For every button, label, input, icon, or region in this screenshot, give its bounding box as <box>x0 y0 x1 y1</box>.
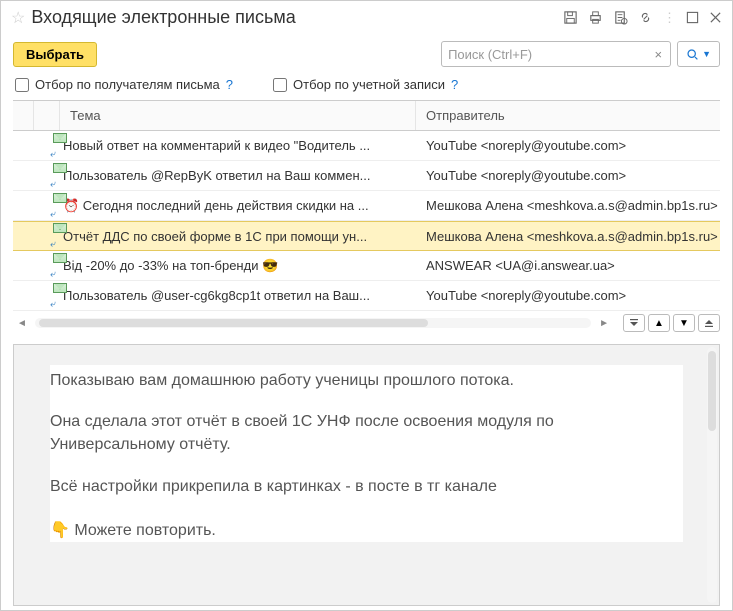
filter-recipients-label: Отбор по получателям письма <box>35 77 220 92</box>
table-row[interactable]: ⤶Від -20% до -33% на топ-бренди 😎ANSWEAR… <box>13 251 720 281</box>
col-blank <box>13 101 34 130</box>
row-sender: Мешкова Алена <meshkova.a.s@admin.bp1s.r… <box>416 229 720 244</box>
window-title: Входящие электронные письма <box>31 7 557 28</box>
preview-paragraph: Она сделала этот отчёт в своей 1С УНФ по… <box>50 392 683 456</box>
col-subject[interactable]: Тема <box>60 101 416 130</box>
row-sender: YouTube <noreply@youtube.com> <box>416 168 720 183</box>
search-button[interactable]: ▼ <box>677 41 720 67</box>
row-sender: YouTube <noreply@youtube.com> <box>416 288 720 303</box>
preview-pane: Показываю вам домашнюю работу ученицы пр… <box>13 344 720 606</box>
help-icon[interactable]: ? <box>226 77 233 92</box>
filter-account-label: Отбор по учетной записи <box>293 77 445 92</box>
mail-grid: Тема Отправитель ⤶Новый ответ на коммент… <box>13 100 720 311</box>
search-box[interactable]: × <box>441 41 671 67</box>
link-icon[interactable] <box>638 10 653 25</box>
row-subject: ⏰ Сегодня последний день действия скидки… <box>59 198 416 214</box>
mail-in-icon: ⤶ <box>33 281 59 311</box>
table-row[interactable]: ⤶Пользователь @RepByK ответил на Ваш ком… <box>13 161 720 191</box>
row-sender: ANSWEAR <UA@i.answear.ua> <box>416 258 720 273</box>
filter-by-account[interactable]: Отбор по учетной записи ? <box>273 77 458 92</box>
preview-paragraph: Всё настройки прикрепила в картинках - в… <box>50 457 683 498</box>
row-sender: YouTube <noreply@youtube.com> <box>416 138 720 153</box>
filter-recipients-checkbox[interactable] <box>15 78 29 92</box>
table-row[interactable]: ⤶Новый ответ на комментарий к видео "Вод… <box>13 131 720 161</box>
preview-paragraph: 👇 Можете повторить. <box>50 498 683 542</box>
close-icon[interactable] <box>709 11 722 24</box>
scroll-left-icon[interactable]: ◄ <box>13 318 31 329</box>
nav-first-button[interactable] <box>623 314 645 332</box>
table-row[interactable]: ⤶⏰ Сегодня последний день действия скидк… <box>13 191 720 221</box>
maximize-icon[interactable] <box>686 11 699 24</box>
scroll-right-icon[interactable]: ► <box>595 318 613 329</box>
mail-in-icon: ⤶ <box>33 161 59 191</box>
mail-in-icon: ⤶ <box>33 221 59 251</box>
help-icon[interactable]: ? <box>451 77 458 92</box>
mail-in-icon: ⤶ <box>33 191 59 221</box>
row-subject: Пользователь @user-cg6kg8cp1t ответил на… <box>59 288 416 303</box>
clear-search-icon[interactable]: × <box>652 47 664 62</box>
print-icon[interactable] <box>588 10 603 25</box>
mail-in-icon: ⤶ <box>33 131 59 161</box>
preview-scrollbar[interactable] <box>707 347 717 603</box>
row-sender: Мешкова Алена <meshkova.a.s@admin.bp1s.r… <box>416 198 720 213</box>
table-row[interactable]: ⤶Отчёт ДДС по своей форме в 1С при помощ… <box>13 221 720 251</box>
row-subject: Новый ответ на комментарий к видео "Води… <box>59 138 416 153</box>
search-input[interactable] <box>448 47 652 62</box>
favorite-star-icon[interactable]: ☆ <box>11 8 25 28</box>
save-icon[interactable] <box>563 10 578 25</box>
filter-by-recipients[interactable]: Отбор по получателям письма ? <box>15 77 233 92</box>
row-subject: Пользователь @RepByK ответил на Ваш комм… <box>59 168 416 183</box>
table-row[interactable]: ⤶Пользователь @user-cg6kg8cp1t ответил н… <box>13 281 720 311</box>
col-icon <box>34 101 60 130</box>
select-button[interactable]: Выбрать <box>13 42 97 67</box>
report-icon[interactable] <box>613 10 628 25</box>
col-sender[interactable]: Отправитель <box>416 101 720 130</box>
filter-account-checkbox[interactable] <box>273 78 287 92</box>
preview-paragraph: Показываю вам домашнюю работу ученицы пр… <box>50 365 683 392</box>
row-subject: Отчёт ДДС по своей форме в 1С при помощи… <box>59 229 416 244</box>
nav-last-button[interactable] <box>698 314 720 332</box>
horizontal-scrollbar[interactable] <box>35 318 591 328</box>
nav-up-button[interactable]: ▲ <box>648 314 670 332</box>
nav-down-button[interactable]: ▼ <box>673 314 695 332</box>
mail-in-icon: ⤶ <box>33 251 59 281</box>
more-icon[interactable]: ⋮ <box>663 10 676 26</box>
row-subject: Від -20% до -33% на топ-бренди 😎 <box>59 258 416 274</box>
